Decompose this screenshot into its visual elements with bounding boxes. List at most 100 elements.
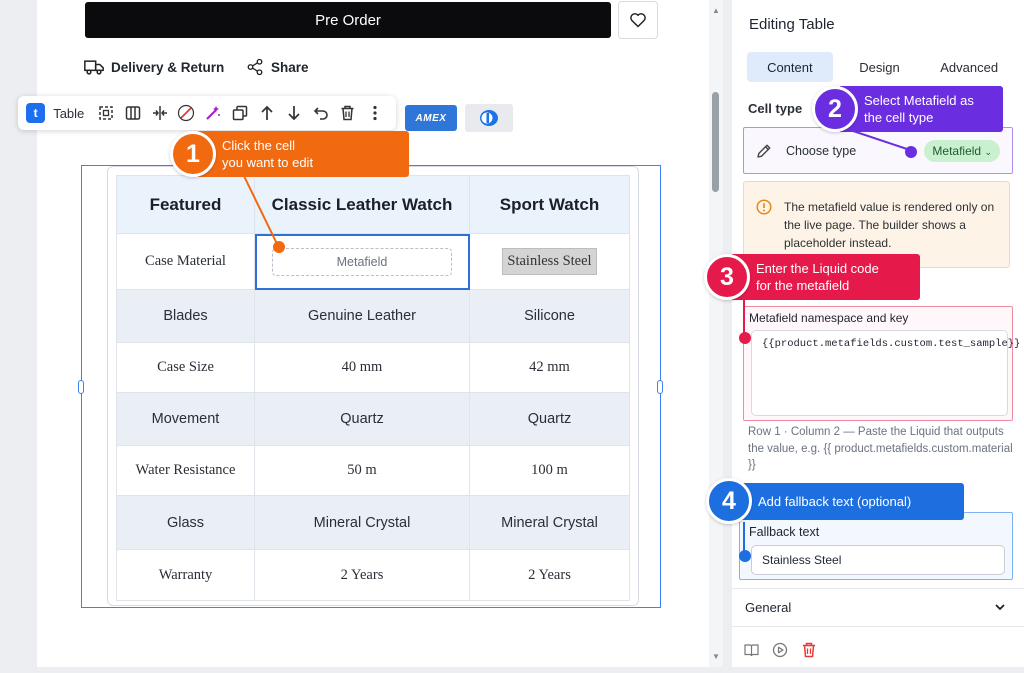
tab-content[interactable]: Content [747,52,833,82]
heart-icon [630,13,646,28]
warning-text: The metafield value is rendered only on … [784,200,995,250]
callout-1-line-1: Click the cell [222,138,295,153]
move-down-icon[interactable] [281,99,308,127]
table-row: Water Resistance 50 m 100 m [116,445,630,496]
namespace-label: Metafield namespace and key [749,311,909,325]
callout-1-number: 1 [170,131,216,177]
callout-4-target-dot [739,550,751,562]
table-row: Movement Quartz Quartz [116,392,630,446]
row-label-cell[interactable]: Case Material [116,233,255,290]
select-frame-icon[interactable] [92,99,119,127]
book-icon[interactable] [742,641,760,659]
table-cell[interactable]: 2 Years [469,549,630,601]
namespace-field-group: Metafield namespace and key {{product.me… [743,306,1020,421]
panel-tabs: Content Design Advanced [747,52,1012,82]
pre-order-button[interactable]: Pre Order [85,2,611,38]
namespace-textarea[interactable]: {{product.metafields.custom.test_sample}… [751,330,1020,416]
table-cell[interactable]: Silicone [469,289,630,343]
callout-3-line-2: for the metafield [756,278,850,293]
table-cell[interactable]: Mineral Crystal [469,495,630,550]
more-icon[interactable] [361,99,388,127]
comparison-table: Featured Classic Leather Watch Sport Wat… [116,175,630,601]
wishlist-button[interactable] [618,1,658,39]
table-cell[interactable]: Quartz [469,392,630,446]
callout-step-3: 3 Enter the Liquid code for the metafiel… [704,254,920,300]
selected-metafield-cell[interactable]: Metafield [254,233,470,290]
element-type-label[interactable]: Table [53,106,84,121]
table-header-cell[interactable]: Classic Leather Watch [254,175,470,234]
namespace-hint: Row 1 · Column 2 — Paste the Liquid that… [748,426,1013,471]
table-cell[interactable]: Stainless Steel [469,233,630,290]
share-link[interactable]: Share [246,56,309,78]
metafield-placeholder: Metafield [272,247,452,276]
duplicate-icon[interactable] [227,99,254,127]
table-row: Case Material Metafield Stainless Steel [116,233,630,290]
panel-footer [742,641,818,659]
tab-design[interactable]: Design [837,52,923,82]
table-cell[interactable]: Mineral Crystal [254,495,470,550]
table-row: Blades Genuine Leather Silicone [116,289,630,343]
no-fill-icon[interactable] [173,99,200,127]
cell-type-label: Cell type [748,101,803,116]
resize-handle-left[interactable] [78,380,84,394]
callout-step-4: 4 Add fallback text (optional) [706,478,964,524]
delivery-return-link[interactable]: Delivery & Return [84,56,224,78]
callout-2-target-dot [905,146,917,158]
panel-title: Editing Table [749,16,835,33]
move-up-icon[interactable] [254,99,281,127]
columns-icon[interactable] [119,99,146,127]
tab-advanced[interactable]: Advanced [926,52,1012,82]
chevron-down-icon: ⌄ [984,146,992,157]
scroll-thumb[interactable] [712,92,719,192]
delete-icon[interactable] [334,99,361,127]
row-label-cell[interactable]: Case Size [116,342,255,393]
chevron-down-icon[interactable] [994,601,1006,613]
callout-1-line-2: you want to edit [222,155,314,170]
row-label-cell[interactable]: Water Resistance [116,445,255,496]
table-cell[interactable]: 2 Years [254,549,470,601]
pencil-icon [757,144,771,158]
callout-step-1: 1 Click the cell you want to edit [170,131,409,177]
magic-wand-icon[interactable] [200,99,227,127]
callout-1-text: Click the cell you want to edit [196,131,409,177]
cell-type-selector[interactable]: Choose type Metafield ⌄ [743,127,1013,174]
choose-type-label: Choose type [786,143,857,158]
share-icon [247,58,263,76]
row-label-cell[interactable]: Glass [116,495,255,550]
table-cell[interactable]: 42 mm [469,342,630,393]
table-row: Glass Mineral Crystal Mineral Crystal [116,495,630,550]
table-cell[interactable]: Genuine Leather [254,289,470,343]
element-toolbar: t Table [18,96,396,130]
scroll-up-arrow-icon[interactable]: ▲ [712,6,720,15]
table-header-cell[interactable]: Featured [116,175,255,234]
callout-2-line-1: Select Metafield as [864,93,974,108]
row-label-cell[interactable]: Warranty [116,549,255,601]
element-type-badge[interactable]: t [26,103,46,123]
table-header-cell[interactable]: Sport Watch [469,175,630,234]
row-label-cell[interactable]: Blades [116,289,255,343]
fallback-input[interactable] [751,545,1005,575]
callout-2-line-2: the cell type [864,110,934,125]
amex-payment-icon: AMEX [405,105,457,131]
truck-icon [84,60,104,75]
split-icon[interactable] [146,99,173,127]
table-cell[interactable]: 50 m [254,445,470,496]
callout-step-2: 2 Select Metafield as the cell type [812,86,1003,132]
callout-3-line-1: Enter the Liquid code [756,261,879,276]
trash-icon[interactable] [800,641,818,659]
table-cell[interactable]: 40 mm [254,342,470,393]
canvas-scrollbar[interactable]: ▲ ▼ [709,0,723,667]
play-circle-icon[interactable] [771,641,789,659]
undo-icon[interactable] [307,99,334,127]
row-label-cell[interactable]: Movement [116,392,255,446]
scroll-down-arrow-icon[interactable]: ▼ [712,652,720,661]
table-cell[interactable]: Quartz [254,392,470,446]
resize-handle-right[interactable] [657,380,663,394]
cell-type-dropdown[interactable]: Metafield ⌄ [924,139,1000,162]
callout-4-text: Add fallback text (optional) [732,482,964,520]
fallback-label: Fallback text [749,525,820,539]
table-cell[interactable]: 100 m [469,445,630,496]
delivery-return-label: Delivery & Return [111,59,225,75]
general-section-toggle[interactable]: General [745,600,791,615]
divider [732,588,1024,589]
